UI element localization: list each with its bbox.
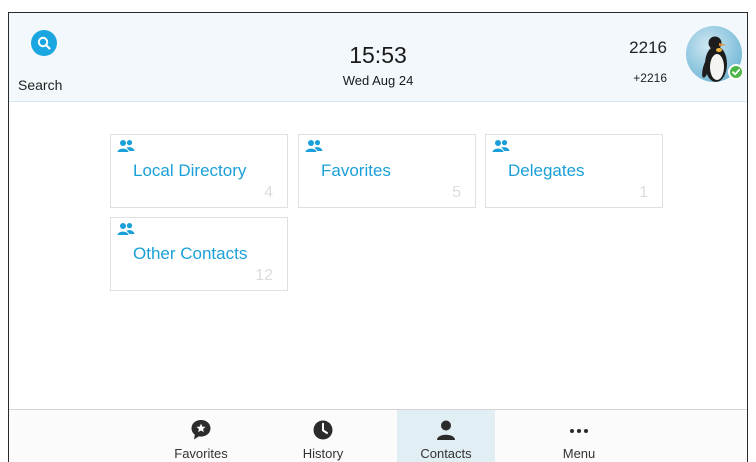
group-tile-other-contacts[interactable]: Other Contacts 12	[110, 217, 288, 291]
contacts-group-icon	[117, 222, 135, 241]
group-tile-favorites[interactable]: Favorites 5	[298, 134, 476, 208]
group-count: 1	[639, 184, 648, 201]
group-tile-delegates[interactable]: Delegates 1	[485, 134, 663, 208]
nav-label: Favorites	[174, 446, 228, 461]
status-header: Search 15:53 Wed Aug 24 2216 +2216	[9, 13, 747, 102]
presence-online-icon	[728, 64, 744, 80]
nav-menu[interactable]: Menu	[530, 410, 628, 462]
nav-label: Contacts	[420, 446, 472, 461]
person-icon	[435, 419, 457, 446]
account-number: 2216	[629, 38, 667, 57]
contacts-group-icon	[492, 139, 510, 158]
group-label: Local Directory	[133, 161, 247, 180]
group-count: 12	[255, 267, 273, 284]
group-label: Other Contacts	[133, 244, 248, 263]
nav-label: History	[302, 446, 344, 461]
contacts-group-icon	[117, 139, 135, 158]
group-label: Favorites	[321, 161, 391, 180]
nav-label: Menu	[562, 446, 596, 461]
account-extension: +2216	[633, 71, 667, 85]
nav-favorites[interactable]: Favorites	[152, 410, 250, 462]
contacts-group-icon	[305, 139, 323, 158]
clock-icon	[312, 419, 334, 446]
phone-screen: Search 15:53 Wed Aug 24 2216 +2216 Local…	[8, 12, 748, 462]
group-label: Delegates	[508, 161, 585, 180]
star-speech-icon	[190, 419, 212, 446]
bottom-nav: Favorites History Contacts Menu	[9, 409, 747, 462]
group-tile-local-directory[interactable]: Local Directory 4	[110, 134, 288, 208]
nav-history[interactable]: History	[274, 410, 372, 462]
group-count: 5	[452, 184, 461, 201]
more-dots-icon	[568, 419, 590, 446]
nav-contacts[interactable]: Contacts	[397, 410, 495, 462]
group-count: 4	[264, 184, 273, 201]
avatar[interactable]	[686, 26, 744, 82]
